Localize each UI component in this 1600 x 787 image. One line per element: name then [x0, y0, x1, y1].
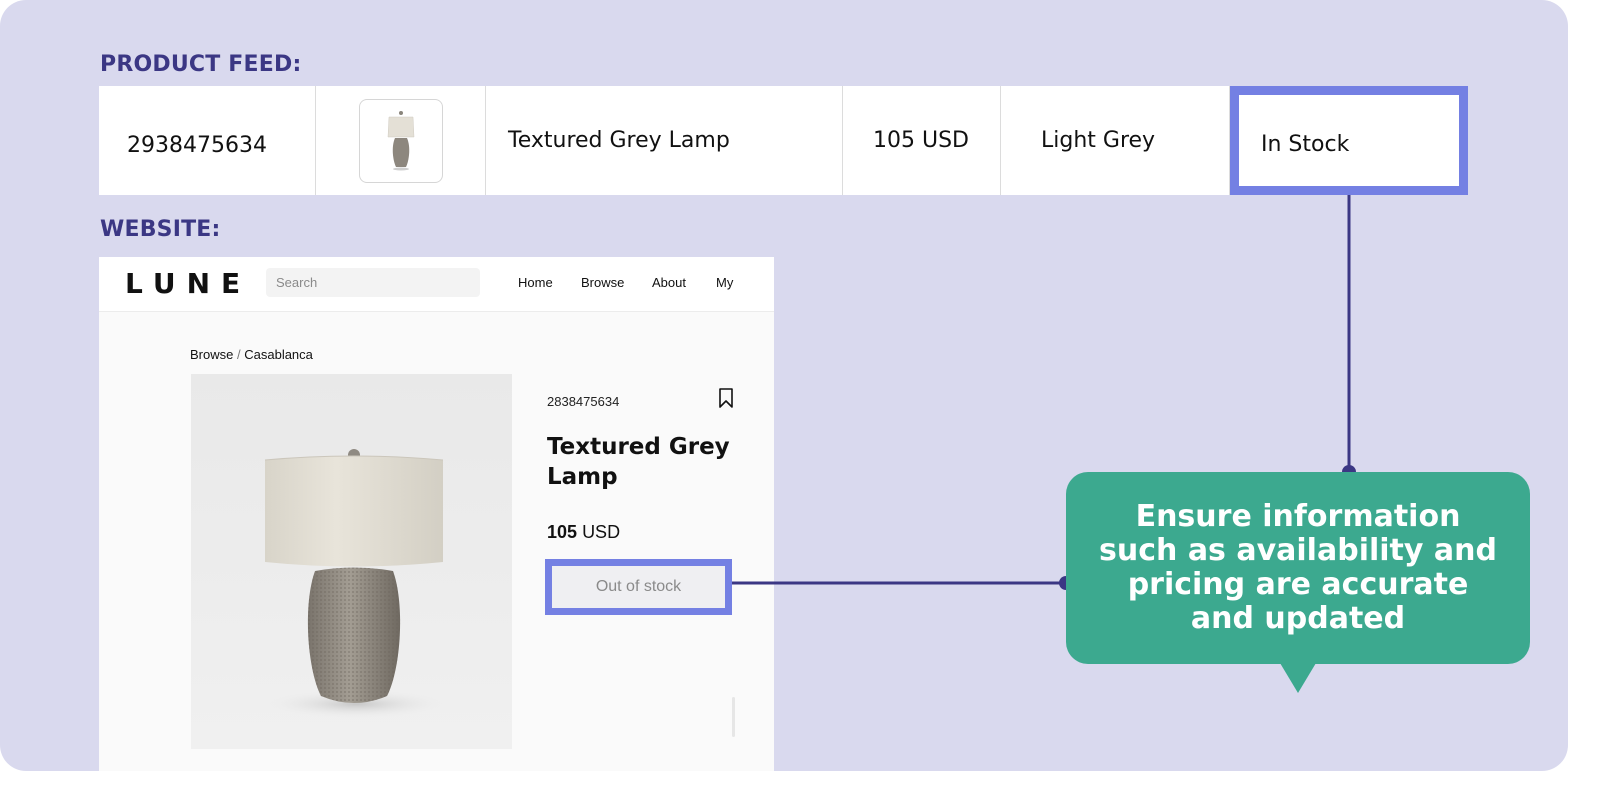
- feed-image-cell: [316, 86, 486, 195]
- feed-id-cell: 2938475634: [99, 86, 316, 195]
- site-logo[interactable]: LUNE: [125, 267, 251, 300]
- feed-stock-highlight: In Stock: [1230, 86, 1468, 195]
- lamp-image: [264, 449, 446, 718]
- nav-my[interactable]: My: [716, 275, 733, 290]
- product-image: [191, 374, 512, 749]
- scrollbar-thumb[interactable]: [732, 697, 735, 737]
- callout-bubble: Ensure information such as availability …: [1066, 472, 1530, 664]
- website-label: WEBSITE:: [100, 217, 221, 242]
- out-of-stock-button[interactable]: Out of stock: [545, 559, 732, 615]
- product-sku: 2838475634: [547, 394, 620, 409]
- nav-about[interactable]: About: [652, 275, 686, 290]
- breadcrumb: Browse / Casablanca: [190, 347, 313, 362]
- feed-price-cell: 105 USD: [843, 86, 1001, 195]
- breadcrumb-separator: /: [236, 347, 241, 362]
- lamp-thumbnail-icon: [387, 110, 414, 170]
- feed-color-cell: Light Grey: [1001, 86, 1230, 195]
- callout-tail: [1280, 663, 1316, 693]
- product-feed-label: PRODUCT FEED:: [100, 52, 302, 77]
- breadcrumb-current: Casablanca: [244, 347, 313, 362]
- product-feed-row: 2938475634 Textured Grey Lamp 105 USD Li…: [99, 86, 1468, 195]
- lamp-thumbnail: [358, 98, 443, 183]
- product-title: Textured Grey Lamp: [547, 434, 730, 490]
- bookmark-icon[interactable]: [718, 388, 734, 413]
- breadcrumb-browse[interactable]: Browse: [190, 347, 233, 362]
- feed-stock-cell: In Stock: [1230, 86, 1468, 195]
- nav-home[interactable]: Home: [518, 275, 553, 290]
- price-amount: 105: [547, 522, 578, 542]
- website-mockup: LUNE Home Browse About My Browse / Casab…: [99, 257, 774, 771]
- price-currency: USD: [582, 522, 621, 542]
- site-header: LUNE Home Browse About My: [99, 257, 774, 312]
- search-input[interactable]: [266, 268, 480, 297]
- nav-browse[interactable]: Browse: [581, 275, 624, 290]
- callout-text: Ensure information such as availability …: [1099, 499, 1497, 636]
- feed-name-cell: Textured Grey Lamp: [486, 86, 843, 195]
- infographic-canvas: PRODUCT FEED: 2938475634 Textured Grey L…: [0, 0, 1568, 771]
- product-price: 105 USD: [547, 522, 620, 543]
